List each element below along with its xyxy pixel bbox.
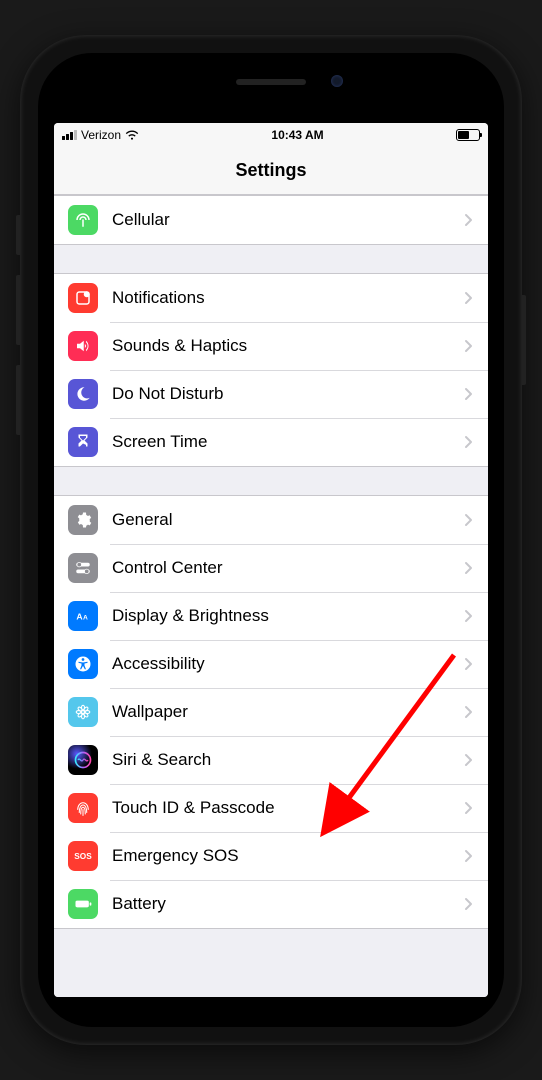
- chevron-right-icon: [464, 291, 474, 305]
- row-label: Siri & Search: [112, 750, 464, 770]
- speaker-grille: [236, 79, 306, 85]
- phone-frame: Verizon 10:43 AM Settings: [20, 35, 522, 1045]
- chevron-right-icon: [464, 561, 474, 575]
- wifi-icon: [125, 128, 139, 142]
- nav-bar: Settings: [54, 147, 488, 195]
- hourglass-icon: [68, 427, 98, 457]
- row-label: Battery: [112, 894, 464, 914]
- settings-row-screentime[interactable]: Screen Time: [54, 418, 488, 466]
- settings-row-cellular[interactable]: Cellular: [54, 196, 488, 244]
- speaker-icon: [68, 331, 98, 361]
- row-label: Accessibility: [112, 654, 464, 674]
- battery-icon: [456, 129, 480, 141]
- chevron-right-icon: [464, 435, 474, 449]
- settings-row-dnd[interactable]: Do Not Disturb: [54, 370, 488, 418]
- row-label: Cellular: [112, 210, 464, 230]
- settings-row-general[interactable]: General: [54, 496, 488, 544]
- settings-row-notifications[interactable]: Notifications: [54, 274, 488, 322]
- settings-row-siri[interactable]: Siri & Search: [54, 736, 488, 784]
- svg-text:SOS: SOS: [74, 852, 92, 861]
- row-label: Touch ID & Passcode: [112, 798, 464, 818]
- battery-icon: [68, 889, 98, 919]
- accessibility-icon: [68, 649, 98, 679]
- fingerprint-icon: [68, 793, 98, 823]
- settings-row-controlcenter[interactable]: Control Center: [54, 544, 488, 592]
- settings-row-touchid[interactable]: Touch ID & Passcode: [54, 784, 488, 832]
- page-title: Settings: [235, 160, 306, 181]
- status-bar: Verizon 10:43 AM: [54, 123, 488, 147]
- sos-icon: SOS: [68, 841, 98, 871]
- chevron-right-icon: [464, 609, 474, 623]
- row-label: Wallpaper: [112, 702, 464, 722]
- chevron-right-icon: [464, 801, 474, 815]
- time-label: 10:43 AM: [271, 128, 323, 142]
- settings-row-sounds[interactable]: Sounds & Haptics: [54, 322, 488, 370]
- carrier-label: Verizon: [81, 128, 121, 142]
- settings-row-display[interactable]: AA Display & Brightness: [54, 592, 488, 640]
- row-label: Display & Brightness: [112, 606, 464, 626]
- front-camera: [331, 75, 343, 87]
- screen: Verizon 10:43 AM Settings: [54, 123, 488, 997]
- moon-icon: [68, 379, 98, 409]
- chevron-right-icon: [464, 513, 474, 527]
- chevron-right-icon: [464, 897, 474, 911]
- row-label: Sounds & Haptics: [112, 336, 464, 356]
- settings-group: Notifications Sounds & Haptics Do Not Dist…: [54, 273, 488, 467]
- signal-strength-icon: [62, 130, 77, 140]
- flower-icon: [68, 697, 98, 727]
- notifications-icon: [68, 283, 98, 313]
- textsize-icon: AA: [68, 601, 98, 631]
- row-label: General: [112, 510, 464, 530]
- settings-row-battery[interactable]: Battery: [54, 880, 488, 928]
- row-label: Emergency SOS: [112, 846, 464, 866]
- chevron-right-icon: [464, 705, 474, 719]
- gear-icon: [68, 505, 98, 535]
- chevron-right-icon: [464, 387, 474, 401]
- toggles-icon: [68, 553, 98, 583]
- chevron-right-icon: [464, 657, 474, 671]
- group-separator: [54, 245, 488, 273]
- settings-group: General Control Center AA Display & Brightn…: [54, 495, 488, 929]
- chevron-right-icon: [464, 213, 474, 227]
- settings-list[interactable]: Cellular Notifications Sounds & Haptics Do …: [54, 195, 488, 997]
- chevron-right-icon: [464, 339, 474, 353]
- row-label: Notifications: [112, 288, 464, 308]
- chevron-right-icon: [464, 849, 474, 863]
- settings-row-sos[interactable]: SOS Emergency SOS: [54, 832, 488, 880]
- antenna-icon: [68, 205, 98, 235]
- row-label: Do Not Disturb: [112, 384, 464, 404]
- chevron-right-icon: [464, 753, 474, 767]
- svg-text:A: A: [76, 611, 83, 621]
- group-separator: [54, 467, 488, 495]
- row-label: Control Center: [112, 558, 464, 578]
- settings-group: Cellular: [54, 195, 488, 245]
- svg-text:A: A: [83, 614, 88, 621]
- settings-row-accessibility[interactable]: Accessibility: [54, 640, 488, 688]
- settings-row-wallpaper[interactable]: Wallpaper: [54, 688, 488, 736]
- phone-bezel: Verizon 10:43 AM Settings: [38, 53, 504, 1027]
- siri-icon: [68, 745, 98, 775]
- row-label: Screen Time: [112, 432, 464, 452]
